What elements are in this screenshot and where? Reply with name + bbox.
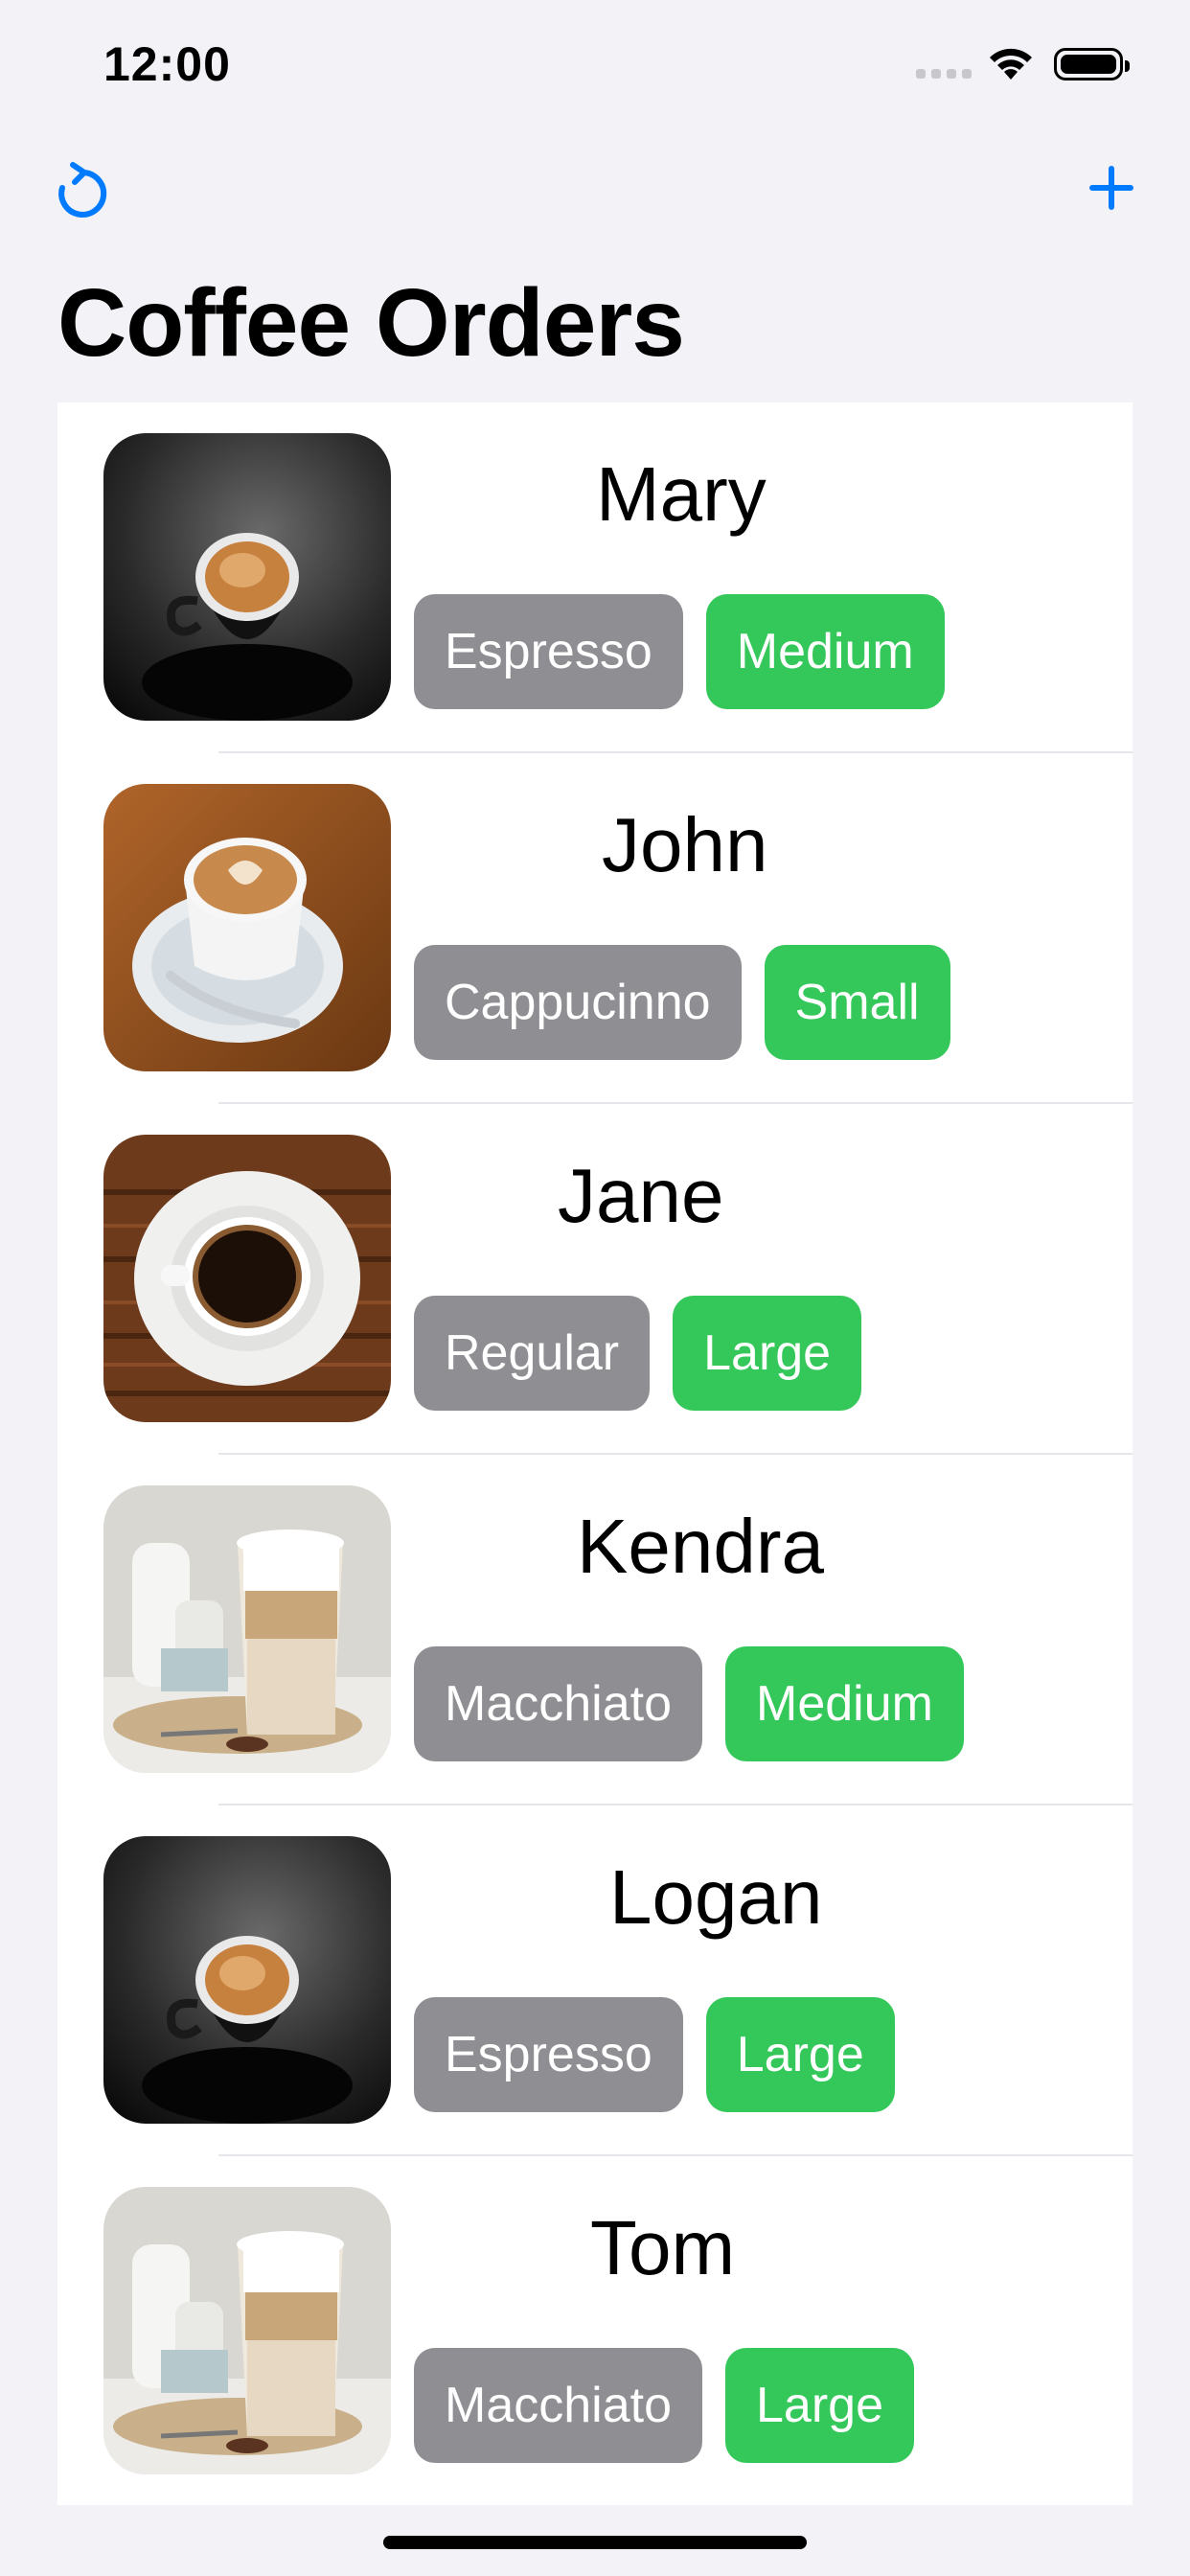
coffee-type-badge: Espresso: [414, 1997, 683, 2112]
customer-name: Tom: [590, 2205, 736, 2290]
cellular-signal-icon: [916, 69, 972, 79]
order-row[interactable]: Tom Macchiato Large: [57, 2156, 1133, 2507]
cappuccino-cup-photo: [103, 784, 391, 1071]
status-time: 12:00: [103, 37, 231, 91]
customer-name: Kendra: [577, 1504, 824, 1589]
plus-icon: [1089, 166, 1133, 210]
latte-macchiato-glass-photo: [103, 1485, 391, 1773]
refresh-button[interactable]: [54, 159, 111, 220]
coffee-size-badge: Large: [705, 1997, 895, 2112]
latte-macchiato-glass-photo: [103, 2187, 391, 2474]
coffee-type-badge: Cappucinno: [414, 945, 742, 1060]
order-row[interactable]: Kendra Macchiato Medium: [57, 1455, 1133, 1806]
wifi-icon: [990, 48, 1032, 80]
coffee-size-badge: Large: [673, 1296, 862, 1411]
page-title: Coffee Orders: [57, 269, 685, 377]
coffee-type-badge: Macchiato: [414, 1646, 702, 1761]
order-row[interactable]: Jane Regular Large: [57, 1104, 1133, 1455]
customer-name: Jane: [558, 1153, 724, 1238]
add-order-button[interactable]: [1087, 163, 1136, 213]
coffee-size-badge: Medium: [725, 1646, 964, 1761]
order-row[interactable]: Logan Espresso Large: [57, 1806, 1133, 2156]
coffee-type-badge: Macchiato: [414, 2348, 702, 2463]
customer-name: John: [602, 802, 768, 887]
customer-name: Mary: [596, 451, 767, 537]
order-row[interactable]: Mary Espresso Medium: [57, 402, 1133, 753]
refresh-icon: [58, 162, 107, 218]
espresso-cup-photo: [103, 433, 391, 721]
espresso-cup-photo: [103, 1836, 391, 2124]
home-indicator[interactable]: [383, 2536, 807, 2549]
coffee-size-badge: Medium: [705, 594, 945, 709]
coffee-type-badge: Espresso: [414, 594, 683, 709]
status-bar: 12:00: [0, 0, 1190, 134]
black-coffee-cup-photo: [103, 1135, 391, 1422]
orders-list: Mary Espresso Medium John Cappucinno Sma…: [57, 402, 1133, 2505]
customer-name: Logan: [609, 1854, 823, 1940]
coffee-type-badge: Regular: [414, 1296, 651, 1411]
order-row[interactable]: John Cappucinno Small: [57, 753, 1133, 1104]
coffee-size-badge: Large: [725, 2348, 914, 2463]
coffee-size-badge: Small: [764, 945, 950, 1060]
battery-icon: [1054, 48, 1130, 80]
